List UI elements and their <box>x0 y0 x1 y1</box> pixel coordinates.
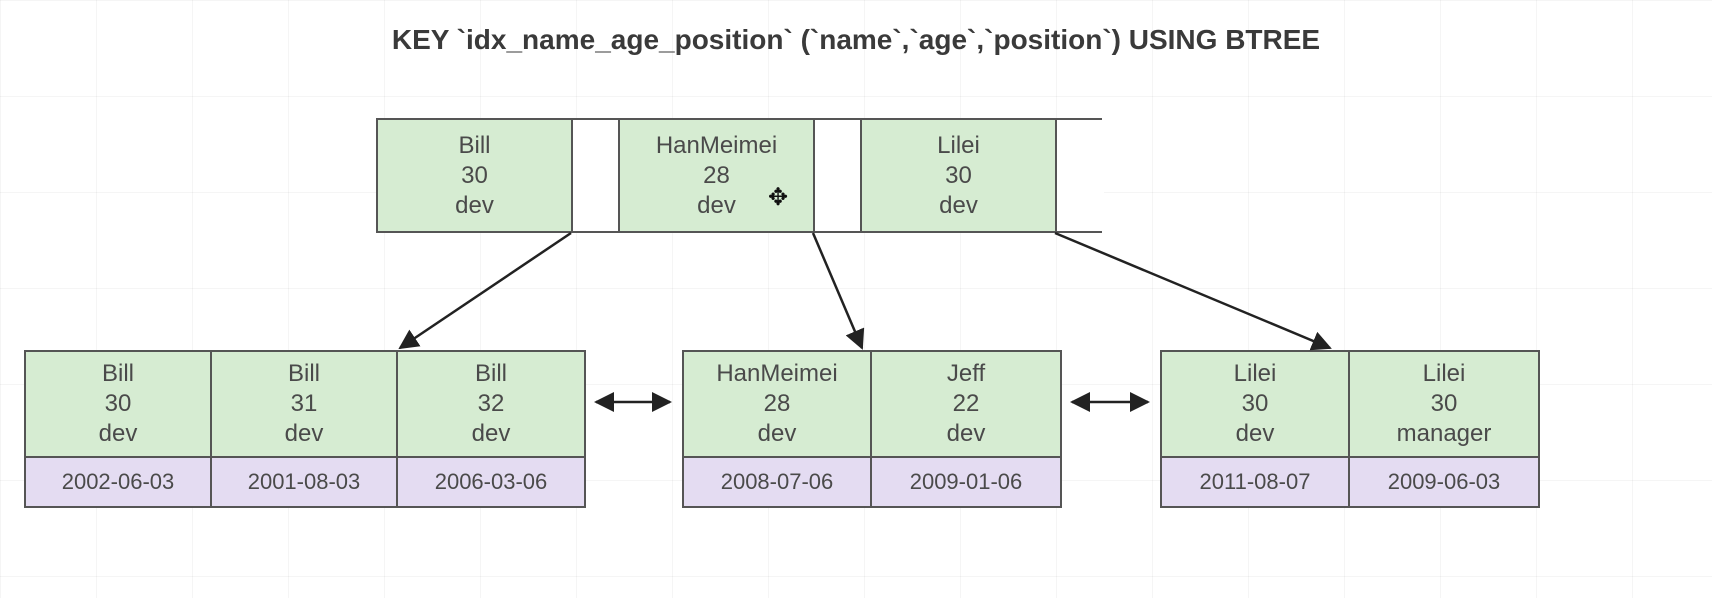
leaf-key-cell: Bill 31 dev <box>212 352 396 458</box>
leaf-entry: Lilei 30 manager 2009-06-03 <box>1350 352 1538 506</box>
root-pointer-gap <box>815 120 862 231</box>
root-key-0: Bill 30 dev <box>378 120 573 231</box>
leaf-age: 32 <box>478 389 505 419</box>
leaf-name: Lilei <box>1423 359 1466 389</box>
leaf-age: 28 <box>764 389 791 419</box>
leaf-date-cell: 2008-07-06 <box>684 458 870 506</box>
leaf-entry: Bill 32 dev 2006-03-06 <box>398 352 584 506</box>
leaf-name: Jeff <box>947 359 985 389</box>
leaf-position: dev <box>1236 419 1275 449</box>
leaf-age: 22 <box>953 389 980 419</box>
leaf-name: Lilei <box>1234 359 1277 389</box>
leaf-key-cell: Lilei 30 manager <box>1350 352 1538 458</box>
leaf-date-cell: 2001-08-03 <box>212 458 396 506</box>
leaf-entry: Lilei 30 dev 2011-08-07 <box>1162 352 1350 506</box>
leaf-name: Bill <box>475 359 507 389</box>
leaf-entry: Jeff 22 dev 2009-01-06 <box>872 352 1060 506</box>
leaf-key-cell: Jeff 22 dev <box>872 352 1060 458</box>
edge-root-to-leaf1 <box>813 233 862 348</box>
root-key-1: HanMeimei 28 dev <box>620 120 815 231</box>
leaf-key-cell: Lilei 30 dev <box>1162 352 1348 458</box>
root-key-2: Lilei 30 dev <box>862 120 1057 231</box>
root-key-position: dev <box>697 191 736 221</box>
leaf-position: dev <box>472 419 511 449</box>
root-pointer-gap <box>1057 120 1104 231</box>
leaf-age: 30 <box>105 389 132 419</box>
root-key-position: dev <box>939 191 978 221</box>
edge-root-to-leaf0 <box>400 233 571 348</box>
leaf-date-cell: 2009-01-06 <box>872 458 1060 506</box>
leaf-age: 30 <box>1431 389 1458 419</box>
leaf-key-cell: HanMeimei 28 dev <box>684 352 870 458</box>
leaf-name: Bill <box>102 359 134 389</box>
leaf-position: dev <box>947 419 986 449</box>
diagram-title: KEY `idx_name_age_position` (`name`,`age… <box>0 24 1712 56</box>
btree-leaf-0: Bill 30 dev 2002-06-03 Bill 31 dev 2001-… <box>24 350 586 508</box>
leaf-position: dev <box>758 419 797 449</box>
btree-leaf-1: HanMeimei 28 dev 2008-07-06 Jeff 22 dev … <box>682 350 1062 508</box>
root-key-name: Bill <box>458 131 490 161</box>
edge-root-to-leaf2 <box>1055 233 1330 348</box>
leaf-name: Bill <box>288 359 320 389</box>
leaf-position: manager <box>1397 419 1492 449</box>
leaf-key-cell: Bill 30 dev <box>26 352 210 458</box>
root-key-name: HanMeimei <box>656 131 777 161</box>
leaf-entry: Bill 31 dev 2001-08-03 <box>212 352 398 506</box>
leaf-position: dev <box>99 419 138 449</box>
root-key-age: 30 <box>461 161 488 191</box>
leaf-age: 30 <box>1242 389 1269 419</box>
leaf-date-cell: 2009-06-03 <box>1350 458 1538 506</box>
btree-leaf-2: Lilei 30 dev 2011-08-07 Lilei 30 manager… <box>1160 350 1540 508</box>
root-pointer-gap <box>573 120 620 231</box>
leaf-entry: HanMeimei 28 dev 2008-07-06 <box>684 352 872 506</box>
root-key-position: dev <box>455 191 494 221</box>
leaf-entry: Bill 30 dev 2002-06-03 <box>26 352 212 506</box>
root-key-name: Lilei <box>937 131 980 161</box>
leaf-position: dev <box>285 419 324 449</box>
leaf-name: HanMeimei <box>716 359 837 389</box>
root-key-age: 30 <box>945 161 972 191</box>
root-key-age: 28 <box>703 161 730 191</box>
leaf-age: 31 <box>291 389 318 419</box>
btree-edges <box>0 0 1712 598</box>
leaf-date-cell: 2011-08-07 <box>1162 458 1348 506</box>
btree-root-node: Bill 30 dev HanMeimei 28 dev Lilei 30 de… <box>376 118 1102 233</box>
leaf-date-cell: 2002-06-03 <box>26 458 210 506</box>
leaf-date-cell: 2006-03-06 <box>398 458 584 506</box>
leaf-key-cell: Bill 32 dev <box>398 352 584 458</box>
